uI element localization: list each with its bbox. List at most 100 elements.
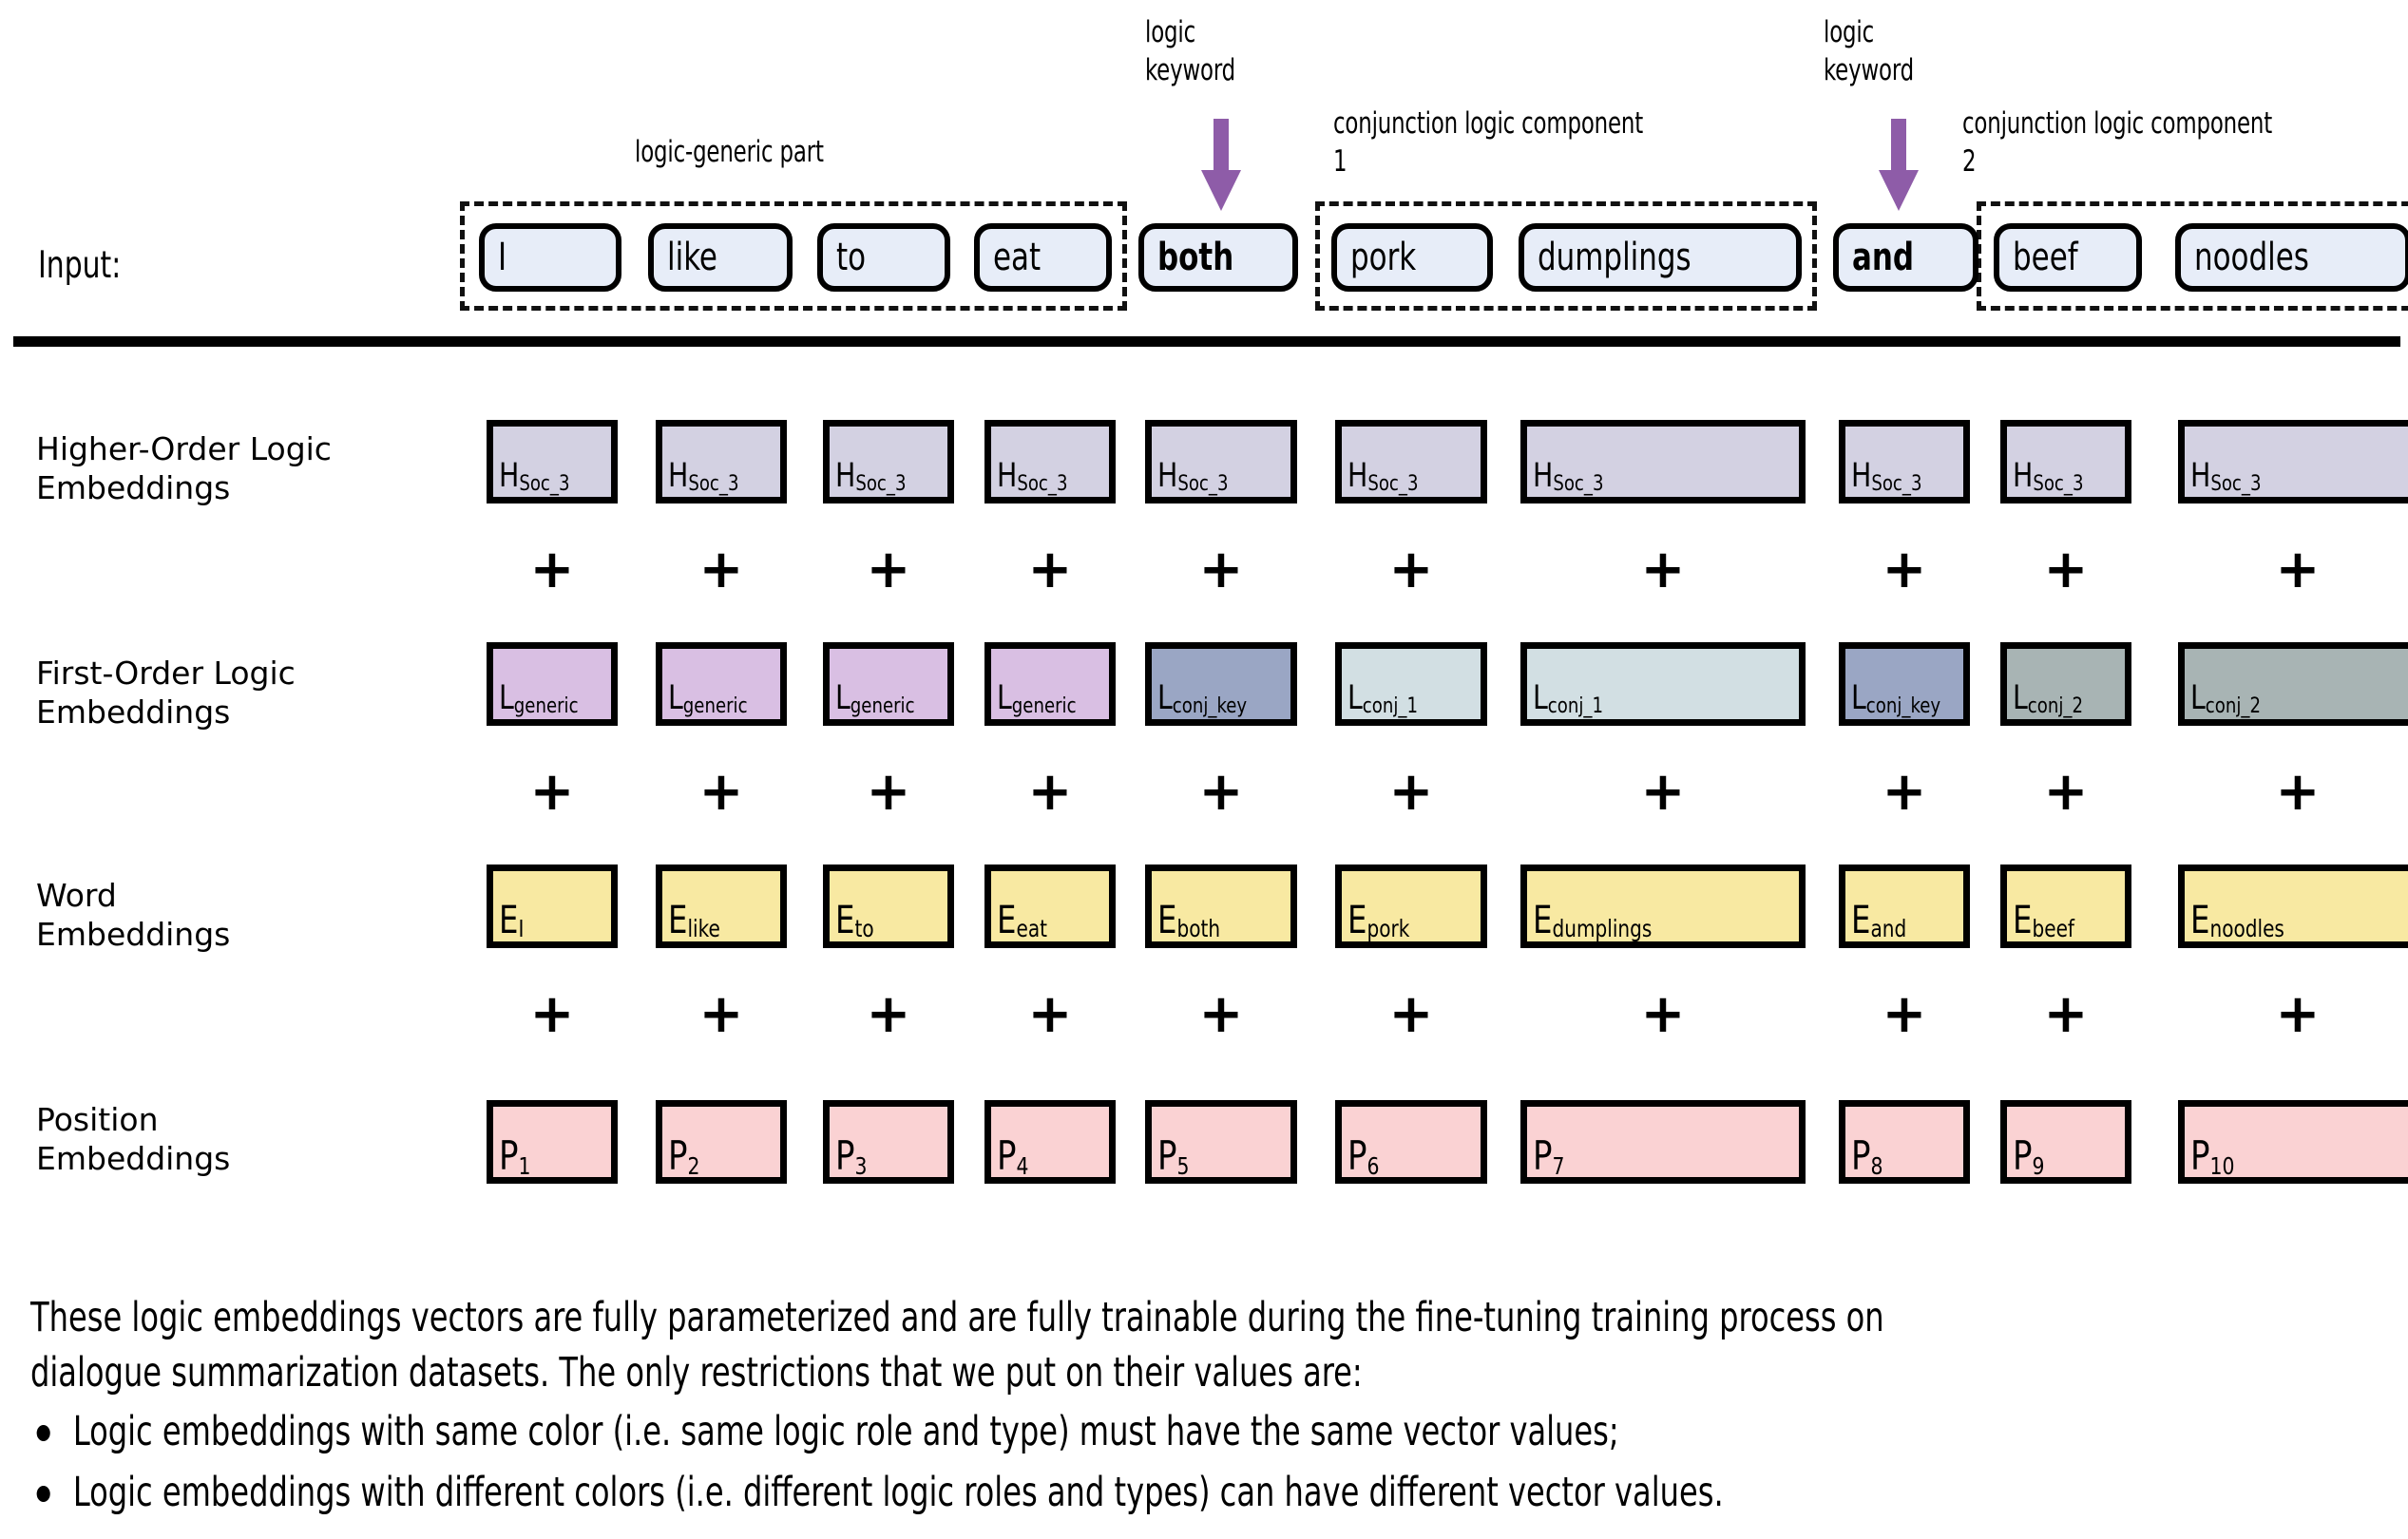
- plus-operator-icon: +: [866, 761, 911, 823]
- input-token-text: noodles: [2194, 236, 2309, 279]
- embedding-cell-first-order-logic-embeddings-9: Lconj_2: [2000, 642, 2131, 726]
- embedding-cell-label: Eand: [1851, 899, 1907, 943]
- embedding-cell-label: P2: [668, 1132, 700, 1180]
- embedding-cell-label: Lconj_key: [1157, 679, 1248, 718]
- row-label-position-embeddings: Position Embeddings: [36, 1101, 231, 1177]
- note-bullet-text: Logic embeddings with same color (i.e. s…: [72, 1408, 1619, 1455]
- plus-operator-icon: +: [1198, 761, 1244, 823]
- embedding-cell-label: Lgeneric: [835, 679, 915, 718]
- embedding-cell-position-embeddings-10: P10: [2178, 1100, 2408, 1184]
- embedding-cell-higher-order-logic-embeddings-1: HSoc_3: [487, 420, 618, 504]
- note-bullet-2: Logic embeddings with different colors (…: [30, 1465, 2404, 1520]
- diagram-canvas: logic-generic part logic keyword conjunc…: [0, 0, 2408, 1539]
- input-token-9[interactable]: beef: [1994, 223, 2142, 292]
- plus-operator-icon: +: [1027, 761, 1073, 823]
- embedding-cell-higher-order-logic-embeddings-3: HSoc_3: [823, 420, 954, 504]
- plus-operator-icon: +: [529, 761, 575, 823]
- embedding-cell-label: HSoc_3: [2190, 457, 2262, 496]
- embedding-cell-position-embeddings-9: P9: [2000, 1100, 2131, 1184]
- embedding-cell-word-embeddings-5: Eboth: [1145, 864, 1297, 948]
- plus-operator-icon: +: [1882, 983, 1927, 1045]
- embedding-cell-first-order-logic-embeddings-2: Lgeneric: [656, 642, 787, 726]
- plus-operator-icon: +: [1198, 983, 1244, 1045]
- plus-operator-icon: +: [1882, 539, 1927, 600]
- embedding-cell-label: P4: [997, 1132, 1029, 1180]
- plus-operator-icon: +: [1027, 539, 1073, 600]
- embedding-cell-first-order-logic-embeddings-5: Lconj_key: [1145, 642, 1297, 726]
- embedding-cell-label: Eeat: [997, 899, 1048, 943]
- embedding-cell-label: HSoc_3: [668, 457, 739, 496]
- plus-operator-icon: +: [1882, 761, 1927, 823]
- input-token-3[interactable]: to: [817, 223, 950, 292]
- plus-operator-icon: +: [2275, 761, 2321, 823]
- annotation-conjunction-logic-component-2: conjunction logic component 2: [1962, 106, 2273, 179]
- input-token-4[interactable]: eat: [974, 223, 1112, 292]
- input-token-text: beef: [2013, 236, 2078, 279]
- embedding-cell-label: Lgeneric: [499, 679, 579, 718]
- annotation-logic-generic-part: logic-generic part: [635, 135, 824, 169]
- embedding-cell-word-embeddings-10: Enoodles: [2178, 864, 2408, 948]
- plus-operator-icon: +: [2043, 539, 2089, 600]
- embedding-cell-position-embeddings-5: P5: [1145, 1100, 1297, 1184]
- embedding-cell-position-embeddings-2: P2: [656, 1100, 787, 1184]
- embedding-cell-higher-order-logic-embeddings-4: HSoc_3: [984, 420, 1116, 504]
- input-row-label: Input:: [38, 244, 122, 287]
- embedding-cell-label: Lgeneric: [668, 679, 748, 718]
- plus-operator-icon: +: [2275, 539, 2321, 600]
- plus-operator-icon: +: [529, 983, 575, 1045]
- embedding-cell-label: Epork: [1347, 899, 1410, 943]
- embedding-cell-label: Lconj_1: [1347, 679, 1418, 718]
- input-token-6[interactable]: pork: [1331, 223, 1493, 292]
- embedding-cell-higher-order-logic-embeddings-7: HSoc_3: [1520, 420, 1806, 504]
- annotation-logic-keyword-2: logic keyword: [1824, 15, 1914, 87]
- embedding-cell-label: Lconj_2: [2013, 679, 2083, 718]
- plus-operator-icon: +: [1388, 983, 1434, 1045]
- input-token-7[interactable]: dumplings: [1519, 223, 1802, 292]
- input-token-text: eat: [993, 236, 1042, 279]
- embedding-cell-word-embeddings-2: Elike: [656, 864, 787, 948]
- embedding-cell-label: HSoc_3: [835, 457, 907, 496]
- note-bullet-text: Logic embeddings with different colors (…: [72, 1469, 1724, 1516]
- input-token-text: to: [836, 236, 867, 279]
- down-arrow-icon-logic-keyword-2: [1879, 119, 1919, 211]
- embedding-cell-label: Eboth: [1157, 899, 1221, 943]
- plus-operator-icon: +: [698, 539, 744, 600]
- row-label-word-embeddings: Word Embeddings: [36, 877, 231, 953]
- input-token-8[interactable]: and: [1833, 223, 1978, 292]
- embedding-cell-label: Edumplings: [1533, 899, 1653, 943]
- plus-operator-icon: +: [1640, 983, 1686, 1045]
- input-token-text: and: [1852, 236, 1915, 279]
- input-token-10[interactable]: noodles: [2175, 223, 2408, 292]
- plus-operator-icon: +: [698, 983, 744, 1045]
- plus-operator-icon: +: [1640, 539, 1686, 600]
- embedding-cell-word-embeddings-8: Eand: [1839, 864, 1970, 948]
- plus-operator-icon: +: [1198, 539, 1244, 600]
- embedding-cell-higher-order-logic-embeddings-9: HSoc_3: [2000, 420, 2131, 504]
- embedding-cell-label: P9: [2013, 1132, 2045, 1180]
- plus-operator-icon: +: [1388, 761, 1434, 823]
- input-token-5[interactable]: both: [1138, 223, 1298, 292]
- embedding-cell-higher-order-logic-embeddings-5: HSoc_3: [1145, 420, 1297, 504]
- embedding-cell-label: P3: [835, 1132, 868, 1180]
- embedding-cell-first-order-logic-embeddings-3: Lgeneric: [823, 642, 954, 726]
- embedding-cell-position-embeddings-4: P4: [984, 1100, 1116, 1184]
- embedding-cell-higher-order-logic-embeddings-10: HSoc_3: [2178, 420, 2408, 504]
- embedding-cell-word-embeddings-6: Epork: [1335, 864, 1487, 948]
- note-bullet-1: Logic embeddings with same color (i.e. s…: [30, 1404, 2404, 1459]
- embedding-cell-label: P7: [1533, 1132, 1565, 1180]
- embedding-cell-label: HSoc_3: [1851, 457, 1922, 496]
- embedding-cell-label: HSoc_3: [1347, 457, 1419, 496]
- input-token-2[interactable]: like: [648, 223, 793, 292]
- embedding-cell-higher-order-logic-embeddings-6: HSoc_3: [1335, 420, 1487, 504]
- embedding-cell-label: Elike: [668, 899, 720, 943]
- embedding-cell-first-order-logic-embeddings-7: Lconj_1: [1520, 642, 1806, 726]
- embedding-cell-word-embeddings-4: Eeat: [984, 864, 1116, 948]
- embedding-cell-position-embeddings-6: P6: [1335, 1100, 1487, 1184]
- annotation-conjunction-logic-component-1: conjunction logic component 1: [1333, 106, 1644, 179]
- embedding-cell-label: HSoc_3: [499, 457, 570, 496]
- input-token-1[interactable]: I: [479, 223, 621, 292]
- down-arrow-icon-logic-keyword-1: [1201, 119, 1241, 211]
- embedding-cell-label: HSoc_3: [1533, 457, 1604, 496]
- embedding-cell-position-embeddings-3: P3: [823, 1100, 954, 1184]
- embedding-cell-label: P10: [2190, 1132, 2235, 1180]
